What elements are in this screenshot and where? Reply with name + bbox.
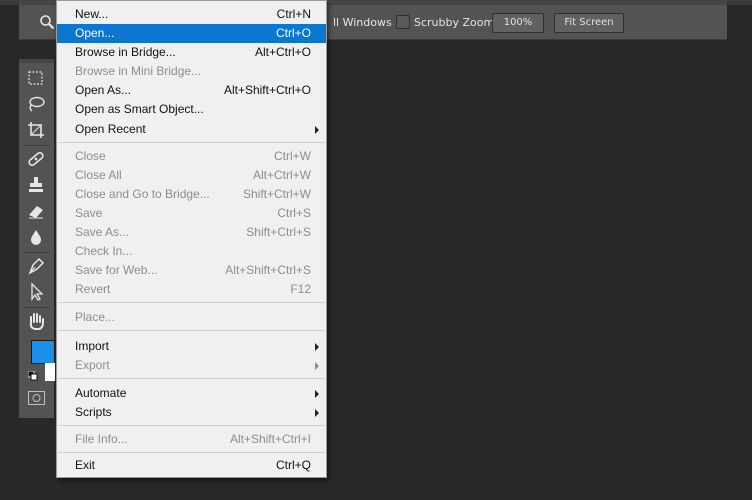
zoom-100-button[interactable]: 100% <box>492 13 544 33</box>
menu-item-open-as-smart-object[interactable]: Open as Smart Object... <box>57 100 326 119</box>
menu-item-save-for-web[interactable]: Save for Web... Alt+Shift+Ctrl+S <box>57 261 326 280</box>
pen-tool-icon[interactable] <box>25 256 47 276</box>
zoom-tool-icon[interactable] <box>39 14 55 30</box>
tools-divider <box>23 307 50 308</box>
tools-divider <box>23 145 50 146</box>
menu-item-exit[interactable]: Exit Ctrl+Q <box>57 456 326 475</box>
menu-item-export[interactable]: Export <box>57 356 326 375</box>
menu-separator <box>58 378 325 379</box>
menu-item-file-info[interactable]: File Info... Alt+Shift+Ctrl+I <box>57 430 326 449</box>
lasso-tool-icon[interactable] <box>25 94 47 114</box>
menu-item-place[interactable]: Place... <box>57 308 326 327</box>
healing-brush-icon[interactable] <box>25 149 47 169</box>
eraser-tool-icon[interactable] <box>25 201 47 221</box>
tools-panel <box>19 59 55 418</box>
hand-tool-icon[interactable] <box>25 311 47 331</box>
blur-tool-icon[interactable] <box>25 227 47 247</box>
foreground-color-swatch[interactable] <box>31 340 55 364</box>
menu-separator <box>58 452 325 453</box>
menu-item-new[interactable]: New... Ctrl+N <box>57 5 326 24</box>
scrubby-zoom-label[interactable]: Scrubby Zoom <box>414 16 494 29</box>
menu-item-save[interactable]: Save Ctrl+S <box>57 204 326 223</box>
menu-separator <box>58 302 325 303</box>
submenu-arrow-icon <box>315 409 319 417</box>
menu-item-close[interactable]: Close Ctrl+W <box>57 147 326 166</box>
resize-all-windows-label[interactable]: ll Windows <box>333 16 392 29</box>
menu-separator <box>58 425 325 426</box>
menu-item-open[interactable]: Open... Ctrl+O <box>57 24 326 43</box>
menu-item-browse-in-mini-bridge[interactable]: Browse in Mini Bridge... <box>57 62 326 81</box>
background-color-swatch[interactable] <box>45 363 55 381</box>
menu-separator <box>58 330 325 331</box>
file-menu-dropdown: New... Ctrl+N Open... Ctrl+O Browse in Bri… <box>56 0 327 478</box>
submenu-arrow-icon <box>315 343 319 351</box>
submenu-arrow-icon <box>315 390 319 398</box>
submenu-arrow-icon <box>315 126 319 134</box>
menu-item-check-in[interactable]: Check In... <box>57 242 326 261</box>
menu-item-save-as[interactable]: Save As... Shift+Ctrl+S <box>57 223 326 242</box>
menu-item-close-all[interactable]: Close All Alt+Ctrl+W <box>57 166 326 185</box>
tools-divider <box>23 252 50 253</box>
menu-item-browse-in-bridge[interactable]: Browse in Bridge... Alt+Ctrl+O <box>57 43 326 62</box>
quick-mask-icon[interactable] <box>28 391 45 405</box>
menu-item-revert[interactable]: Revert F12 <box>57 280 326 299</box>
menu-item-open-recent[interactable]: Open Recent <box>57 120 326 139</box>
menu-separator <box>58 142 325 143</box>
tools-panel-grip[interactable] <box>19 59 54 63</box>
menu-item-open-as[interactable]: Open As... Alt+Shift+Ctrl+O <box>57 81 326 100</box>
menu-item-automate[interactable]: Automate <box>57 384 326 403</box>
fit-screen-button[interactable]: Fit Screen <box>554 13 624 33</box>
marquee-tool-icon[interactable] <box>25 68 47 88</box>
scrubby-zoom-checkbox[interactable] <box>396 15 410 29</box>
crop-tool-icon[interactable] <box>25 120 47 140</box>
path-selection-icon[interactable] <box>25 282 47 302</box>
default-colors-icon[interactable] <box>27 370 38 381</box>
menu-item-import[interactable]: Import <box>57 337 326 356</box>
submenu-arrow-icon <box>315 362 319 370</box>
menu-item-close-and-go-to-bridge[interactable]: Close and Go to Bridge... Shift+Ctrl+W <box>57 185 326 204</box>
clone-stamp-icon[interactable] <box>25 175 47 195</box>
menu-item-scripts[interactable]: Scripts <box>57 403 326 422</box>
